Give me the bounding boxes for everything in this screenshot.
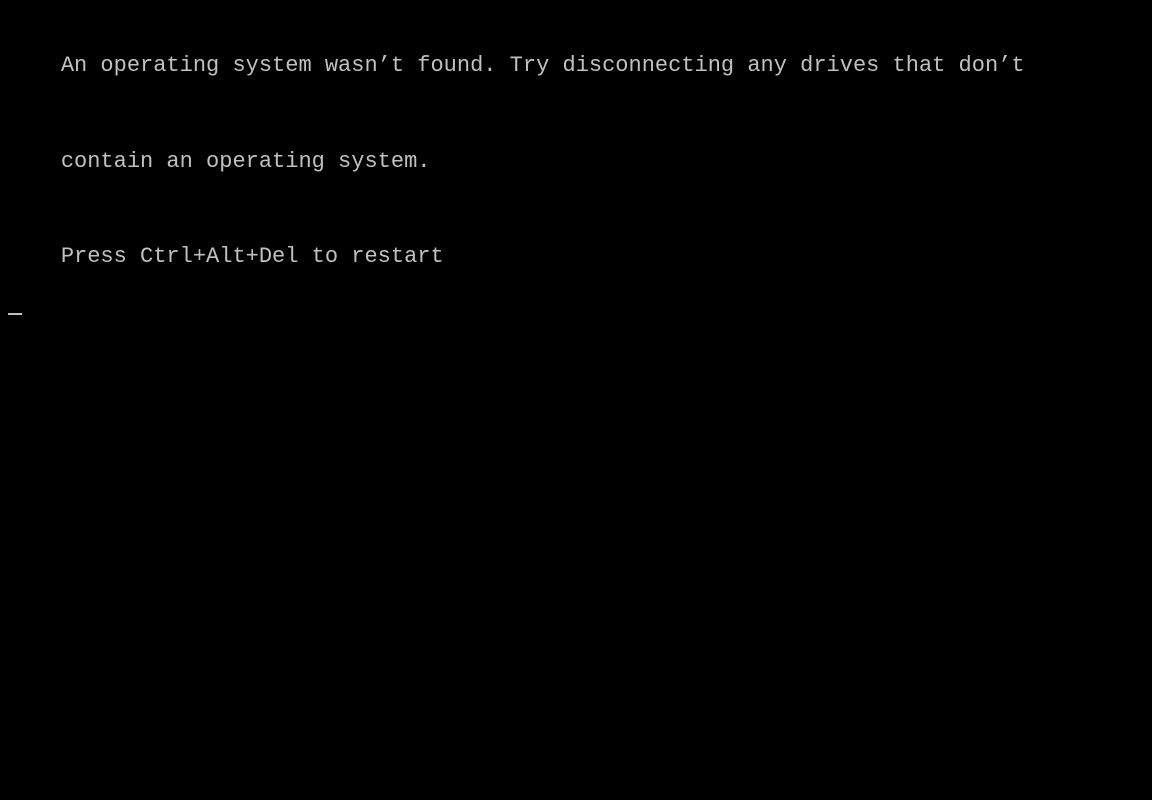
cursor-line (8, 313, 1144, 315)
error-line-2: contain an operating system. (61, 149, 431, 174)
blinking-cursor (8, 313, 22, 315)
restart-instruction: Press Ctrl+Alt+Del to restart (61, 244, 444, 269)
error-message: An operating system wasn’t found. Try di… (8, 18, 1144, 305)
bios-error-screen: An operating system wasn’t found. Try di… (0, 0, 1152, 800)
error-line-1: An operating system wasn’t found. Try di… (61, 53, 1025, 78)
